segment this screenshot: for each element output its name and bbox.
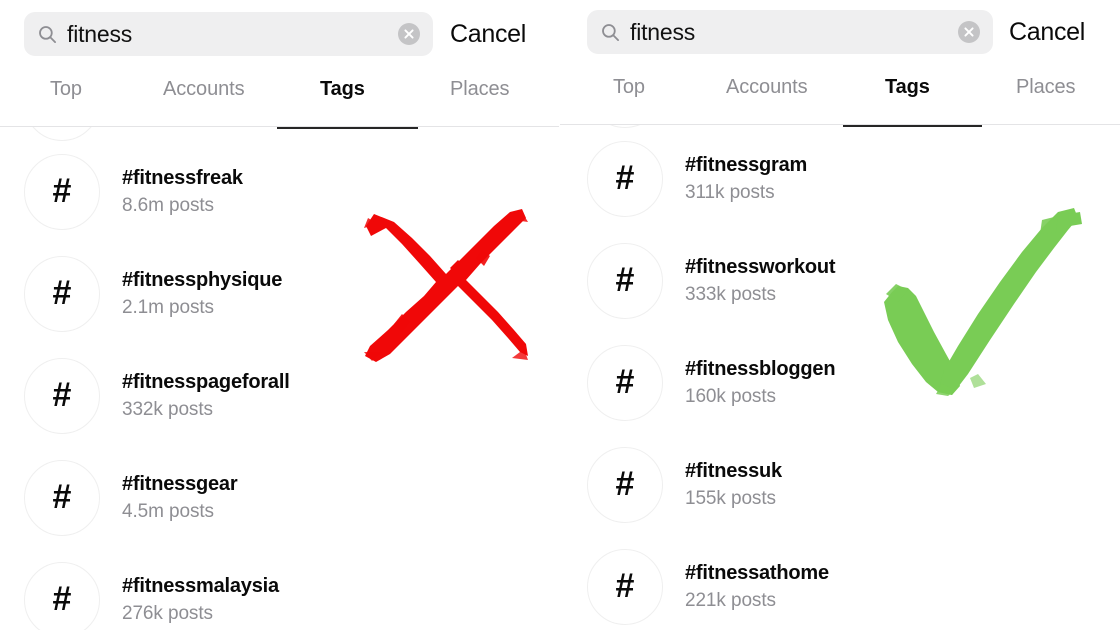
tab-top[interactable]: Top	[50, 79, 82, 99]
tag-post-count: 221k posts	[685, 590, 776, 612]
list-item-text: #fitnessbloggen 160k posts	[685, 358, 836, 408]
tag-post-count: 8.6m posts	[122, 195, 214, 217]
hashtag-glyph: #	[52, 172, 72, 210]
tab-accounts[interactable]: Accounts	[163, 79, 245, 99]
tag-post-count: 333k posts	[685, 284, 776, 306]
tag-post-count: 155k posts	[685, 488, 776, 510]
clear-search-icon[interactable]	[398, 23, 420, 45]
panel-divider	[559, 0, 560, 630]
hashtag-icon: #	[587, 243, 663, 319]
tag-post-count: 276k posts	[122, 603, 213, 625]
hashtag-glyph: #	[52, 478, 72, 516]
hashtag-icon: #	[587, 549, 663, 625]
tag-name: #fitnessathome	[685, 562, 829, 585]
hashtag-icon: #	[24, 358, 100, 434]
search-input-value: fitness	[67, 20, 133, 47]
tag-name: #fitnessphysique	[122, 269, 283, 292]
tag-name: #fitnessfreak	[122, 167, 243, 190]
list-item[interactable]: # #fitnessmalaysia 276k posts	[0, 549, 560, 630]
list-item[interactable]: # #fitnessuk 155k posts	[560, 434, 1120, 536]
hashtag-icon: #	[24, 154, 100, 230]
list-item-text: #fitnessgear 4.5m posts	[122, 473, 238, 523]
search-icon	[601, 23, 620, 42]
search-input[interactable]: fitness	[587, 10, 993, 54]
search-row: fitness Cancel	[0, 11, 560, 57]
search-tabs: Top Accounts Tags Places	[0, 79, 560, 129]
tag-name: #fitnessworkout	[685, 256, 836, 279]
search-icon	[38, 25, 57, 44]
tag-post-count: 2.1m posts	[122, 297, 214, 319]
screenshot-root: fitness Cancel Top Accounts Tags Places	[0, 0, 1120, 630]
tag-name: #fitnessbloggen	[685, 358, 836, 381]
list-item[interactable]: # #fitnessbloggen 160k posts	[560, 332, 1120, 434]
search-input[interactable]: fitness	[24, 12, 433, 56]
list-item-partial[interactable]	[0, 127, 560, 141]
left-panel: fitness Cancel Top Accounts Tags Places	[0, 0, 560, 630]
cancel-button[interactable]: Cancel	[1009, 19, 1085, 45]
list-item[interactable]: # #fitnessworkout 333k posts	[560, 230, 1120, 332]
tab-top[interactable]: Top	[613, 77, 645, 97]
tag-results-list[interactable]: # #fitnessgram 311k posts # #fitnesswork…	[560, 125, 1120, 630]
list-item[interactable]: # #fitnessgear 4.5m posts	[0, 447, 560, 549]
list-item[interactable]: # #fitnesspageforall 332k posts	[0, 345, 560, 447]
tab-accounts[interactable]: Accounts	[726, 77, 808, 97]
cancel-button[interactable]: Cancel	[450, 21, 526, 47]
tag-post-count: 4.5m posts	[122, 501, 214, 523]
tag-name: #fitnessuk	[685, 460, 782, 483]
tag-post-count: 332k posts	[122, 399, 213, 421]
hashtag-icon	[24, 127, 100, 141]
hashtag-glyph: #	[52, 376, 72, 414]
hashtag-icon: #	[24, 562, 100, 630]
tab-places[interactable]: Places	[1016, 77, 1076, 97]
tag-name: #fitnessgear	[122, 473, 238, 496]
tab-tags[interactable]: Tags	[885, 77, 930, 97]
hashtag-glyph: #	[615, 363, 635, 401]
list-item-text: #fitnessphysique 2.1m posts	[122, 269, 282, 319]
list-item[interactable]: # #fitnessphysique 2.1m posts	[0, 243, 560, 345]
tag-post-count: 311k posts	[685, 182, 775, 204]
tag-post-count: 160k posts	[685, 386, 776, 408]
search-input-value: fitness	[630, 18, 696, 45]
list-item-text: #fitnessworkout 333k posts	[685, 256, 836, 306]
list-item-text: #fitnessgram 311k posts	[685, 154, 807, 204]
list-item-text: #fitnesspageforall 332k posts	[122, 371, 290, 421]
clear-search-icon[interactable]	[958, 21, 980, 43]
list-item-text: #fitnessathome 221k posts	[685, 562, 829, 612]
tab-tags[interactable]: Tags	[320, 79, 365, 99]
tag-name: #fitnessgram	[685, 154, 808, 177]
list-item-text: #fitnessuk 155k posts	[685, 460, 782, 510]
hashtag-glyph: #	[52, 580, 72, 618]
search-row: fitness Cancel	[560, 9, 1120, 55]
right-panel: fitness Cancel Top Accounts Tags Places	[560, 0, 1120, 630]
list-item-text: #fitnessmalaysia 276k posts	[122, 575, 279, 625]
list-item[interactable]: # #fitnessathome 221k posts	[560, 536, 1120, 630]
hashtag-icon: #	[587, 345, 663, 421]
hashtag-glyph: #	[615, 159, 635, 197]
tag-name: #fitnesspageforall	[122, 371, 290, 394]
list-item[interactable]: # #fitnessgram 311k posts	[560, 128, 1120, 230]
hashtag-glyph: #	[615, 567, 635, 605]
tab-places[interactable]: Places	[450, 79, 510, 99]
hashtag-glyph: #	[615, 465, 635, 503]
hashtag-icon: #	[24, 256, 100, 332]
search-tabs: Top Accounts Tags Places	[560, 77, 1120, 127]
hashtag-icon: #	[587, 447, 663, 523]
hashtag-glyph: #	[52, 274, 72, 312]
list-item-text: #fitnessfreak 8.6m posts	[122, 167, 243, 217]
tag-results-list[interactable]: # #fitnessfreak 8.6m posts # #fitnessphy…	[0, 127, 560, 630]
hashtag-icon: #	[587, 141, 663, 217]
tag-name: #fitnessmalaysia	[122, 575, 279, 598]
list-item[interactable]: # #fitnessfreak 8.6m posts	[0, 141, 560, 243]
hashtag-glyph: #	[615, 261, 635, 299]
hashtag-icon: #	[24, 460, 100, 536]
